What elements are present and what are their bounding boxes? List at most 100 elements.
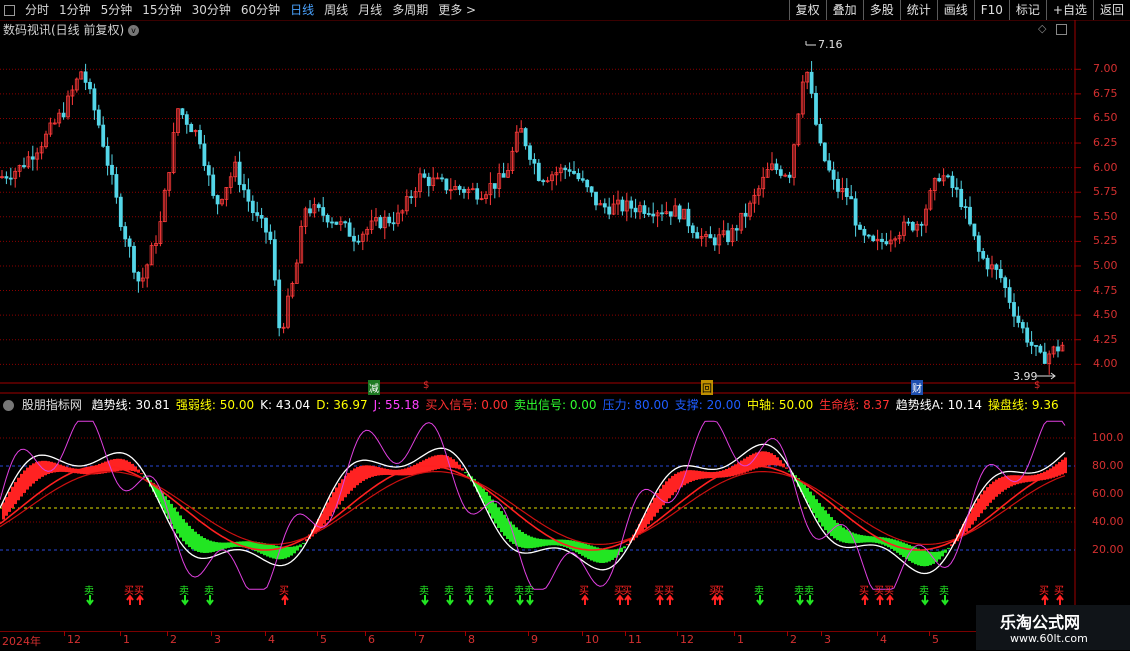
- signal-bar: [302, 542, 305, 544]
- buy-label: 买: [664, 585, 674, 597]
- candle-body: [198, 129, 202, 145]
- signal-bar: [44, 460, 47, 476]
- date-tick-mark: [625, 631, 626, 636]
- candle-body: [690, 225, 695, 234]
- candle-body: [268, 231, 273, 240]
- candle-body: [391, 222, 396, 225]
- signal-bar: [374, 466, 377, 477]
- candle-body: [1042, 351, 1047, 364]
- signal-bar: [380, 467, 383, 476]
- signal-bar: [839, 525, 842, 542]
- signal-bar: [620, 547, 623, 552]
- candle-body: [734, 228, 739, 231]
- signal-bar: [842, 527, 845, 543]
- signal-bar: [47, 461, 50, 475]
- indicator-value-6: 卖出信号: 0.00: [513, 398, 597, 412]
- candle-body: [668, 211, 673, 217]
- signal-bar: [1028, 475, 1031, 482]
- candle-body: [959, 188, 964, 208]
- candle-body: [409, 196, 414, 199]
- candle-body: [202, 143, 207, 166]
- candle-body: [189, 124, 194, 133]
- candle-body: [620, 199, 625, 212]
- indicator-value-9: 中轴: 50.00: [747, 398, 814, 412]
- signal-bar: [26, 467, 29, 490]
- signal-bar: [1025, 475, 1028, 483]
- date-tick: 12: [67, 633, 81, 646]
- signal-bar: [587, 544, 590, 560]
- candle-body: [528, 145, 532, 160]
- signal-bar: [503, 514, 506, 536]
- signal-bar: [365, 465, 368, 480]
- signal-bar: [359, 466, 362, 483]
- date-tick-mark: [877, 631, 878, 636]
- candle-body: [105, 145, 110, 166]
- candle-body: [567, 169, 572, 172]
- chevron-down-icon[interactable]: v: [128, 25, 140, 36]
- candle-body: [998, 269, 1003, 279]
- signal-bar: [779, 460, 782, 467]
- signal-bar: [812, 495, 815, 514]
- date-tick: 1: [123, 633, 130, 646]
- signal-bar: [989, 484, 992, 503]
- chart-canvas[interactable]: 卖卖卖卖卖卖卖卖卖卖卖卖卖卖买买买买买买买买买买买买买买买: [0, 0, 1130, 650]
- date-tick: 12: [680, 633, 694, 646]
- signal-bar: [941, 550, 944, 557]
- signal-bar: [176, 511, 179, 534]
- signal-bar: [533, 537, 536, 548]
- indicator-menu-icon[interactable]: [3, 400, 14, 411]
- stock-title: 数码视讯(日线 前复权): [3, 23, 125, 37]
- signal-bar: [263, 543, 266, 556]
- sell-label: 卖: [919, 585, 929, 597]
- event-return-marker[interactable]: 回: [701, 380, 713, 395]
- signal-bar: [995, 479, 998, 497]
- signal-bar: [917, 548, 920, 566]
- indicator-value-10: 生命线: 8.37: [819, 398, 890, 412]
- signal-bar: [866, 535, 869, 543]
- signal-bar: [569, 540, 572, 550]
- signal-bar: [614, 549, 617, 558]
- candle-body: [580, 178, 585, 181]
- maximize-icon[interactable]: [1056, 24, 1067, 35]
- signal-bar: [545, 539, 548, 546]
- signal-bar: [350, 470, 353, 491]
- price-tick: 6.00: [1093, 160, 1118, 174]
- buy-label: 买: [134, 585, 144, 597]
- event-dollar-marker-2[interactable]: $: [1034, 380, 1040, 391]
- event-reduce-marker[interactable]: 减: [368, 380, 380, 395]
- indicator-name[interactable]: 股朋指标网: [22, 398, 82, 412]
- sell-label: 卖: [84, 585, 94, 597]
- candle-body: [96, 109, 101, 126]
- signal-bar: [209, 540, 212, 553]
- candle-body: [708, 234, 713, 239]
- signal-bar: [518, 529, 521, 547]
- signal-bar: [434, 455, 437, 470]
- date-tick: 2: [170, 633, 177, 646]
- candle-body: [1029, 341, 1034, 346]
- indicator-tick: 60.00: [1092, 487, 1124, 500]
- candle-body: [184, 114, 189, 125]
- signal-bar: [845, 529, 848, 544]
- buy-arrow: [876, 594, 884, 605]
- signal-bar: [704, 471, 707, 479]
- indicator-value-8: 支撑: 20.00: [674, 398, 741, 412]
- candle-body: [602, 203, 607, 208]
- signal-bar: [923, 550, 926, 567]
- signal-bar: [368, 465, 371, 478]
- signal-bar: [527, 535, 530, 549]
- signal-bar: [200, 536, 203, 553]
- event-finance-marker[interactable]: 财: [911, 380, 923, 395]
- indicator-values: 趋势线: 30.81 强弱线: 50.00 K: 43.04 D: 36.97 J: 5…: [92, 398, 1065, 412]
- signal-bar: [776, 457, 779, 466]
- signal-bar: [920, 549, 923, 567]
- candle-body: [237, 161, 242, 185]
- event-dollar-marker[interactable]: $: [423, 380, 429, 391]
- diamond-icon[interactable]: ◇: [1038, 22, 1046, 35]
- candle-body: [4, 176, 9, 179]
- candle-body: [123, 226, 128, 240]
- candle-body: [646, 213, 651, 215]
- date-tick-mark: [365, 631, 366, 636]
- date-tick-mark: [317, 631, 318, 636]
- buy-label: 买: [1039, 585, 1049, 597]
- signal-bar: [464, 472, 467, 474]
